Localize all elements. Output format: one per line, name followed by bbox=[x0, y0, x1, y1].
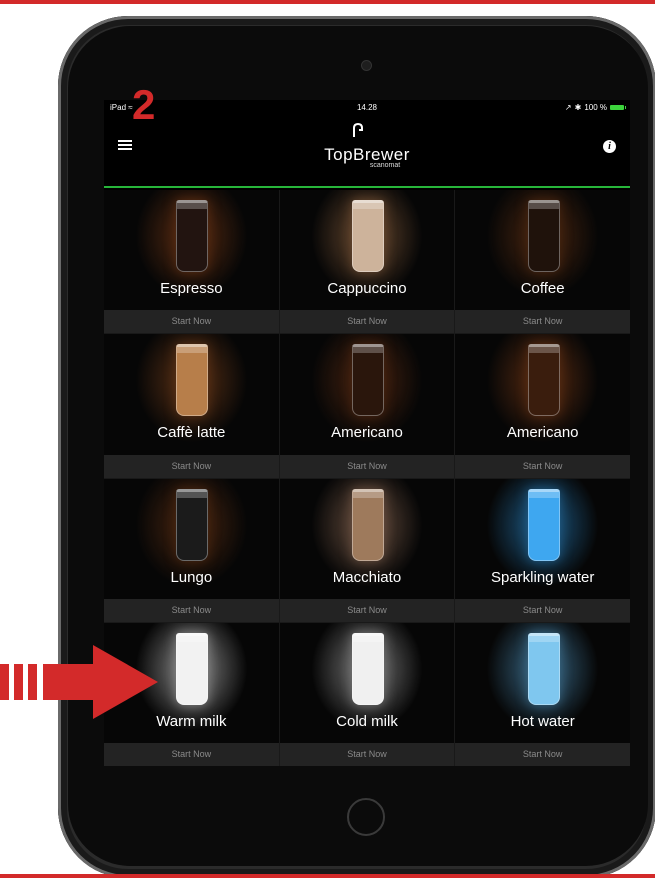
drink-name: Hot water bbox=[510, 712, 575, 730]
drink-tile[interactable]: Espresso Start Now bbox=[104, 190, 279, 334]
start-now-button[interactable]: Start Now bbox=[455, 454, 630, 478]
drink-tile[interactable]: Coffee Start Now bbox=[455, 190, 630, 334]
start-now-button[interactable]: Start Now bbox=[455, 598, 630, 622]
start-now-button[interactable]: Start Now bbox=[104, 310, 279, 334]
drink-name: Espresso bbox=[160, 280, 223, 297]
drink-name: Caffè latte bbox=[157, 424, 226, 442]
drink-name: Americano bbox=[506, 424, 579, 442]
start-now-button[interactable]: Start Now bbox=[455, 743, 630, 766]
drink-tile[interactable]: Sparkling water Start Now bbox=[455, 478, 630, 622]
drink-tile[interactable]: Caffè latte Start Now bbox=[104, 334, 279, 478]
start-now-button[interactable]: Start Now bbox=[279, 454, 455, 478]
info-icon[interactable]: i bbox=[603, 140, 616, 153]
drink-name: Coffee bbox=[520, 280, 565, 297]
drink-name: Cold milk bbox=[336, 712, 398, 730]
drink-glass-icon bbox=[176, 344, 209, 417]
status-right: ↗ ✱ 100 % bbox=[564, 103, 626, 112]
start-now-button[interactable]: Start Now bbox=[104, 598, 279, 622]
drink-glass-icon bbox=[351, 488, 384, 561]
drink-name: Americano bbox=[331, 424, 403, 442]
brand-logo: TopBrewer scanomat bbox=[104, 145, 630, 169]
drink-glass-icon bbox=[176, 200, 209, 272]
drink-name: Cappuccino bbox=[327, 280, 407, 297]
drink-glass-icon bbox=[351, 200, 384, 272]
drink-tile[interactable]: Cappuccino Start Now bbox=[279, 190, 455, 334]
drink-tile[interactable]: Hot water Start Now bbox=[455, 622, 630, 766]
camera-dot bbox=[362, 61, 371, 70]
arrow-right-icon bbox=[0, 645, 158, 719]
start-now-button[interactable]: Start Now bbox=[279, 598, 455, 622]
drink-name: Sparkling water bbox=[490, 568, 595, 586]
drink-glass-icon bbox=[351, 344, 384, 417]
drink-name: Lungo bbox=[170, 568, 213, 586]
drink-glass-icon bbox=[176, 488, 209, 561]
start-now-button[interactable]: Start Now bbox=[104, 454, 279, 478]
drink-glass-icon bbox=[527, 200, 560, 272]
top-red-rule bbox=[0, 0, 655, 4]
drink-tile[interactable]: Americano Start Now bbox=[279, 334, 455, 478]
brand-mark-icon bbox=[353, 122, 363, 137]
drink-tile[interactable]: Lungo Start Now bbox=[104, 478, 279, 622]
bluetooth-icon: ✱ bbox=[574, 103, 582, 112]
drink-glass-icon bbox=[527, 488, 560, 561]
drink-glass-icon bbox=[176, 632, 209, 705]
status-time: 14.28 bbox=[356, 103, 378, 112]
drink-tile[interactable]: Macchiato Start Now bbox=[279, 478, 455, 622]
start-now-button[interactable]: Start Now bbox=[104, 743, 279, 766]
drink-name: Macchiato bbox=[332, 568, 402, 586]
drink-glass-icon bbox=[527, 632, 560, 705]
header-divider bbox=[104, 186, 630, 188]
drink-tile[interactable]: Cold milk Start Now bbox=[279, 622, 455, 766]
status-bar: iPad ≈ 14.28 ↗ ✱ 100 % bbox=[104, 100, 630, 116]
step-number: 2 bbox=[132, 81, 156, 128]
app-header: TopBrewer scanomat i bbox=[104, 116, 630, 186]
battery-icon bbox=[610, 105, 626, 110]
drink-glass-icon bbox=[527, 344, 560, 417]
drink-tile[interactable]: Americano Start Now bbox=[455, 334, 630, 478]
drink-glass-icon bbox=[351, 632, 384, 705]
home-button[interactable] bbox=[347, 798, 385, 836]
app-screen: iPad ≈ 14.28 ↗ ✱ 100 % TopBrewer scanoma… bbox=[104, 100, 630, 766]
start-now-button[interactable]: Start Now bbox=[455, 310, 630, 334]
start-now-button[interactable]: Start Now bbox=[279, 743, 455, 766]
bottom-red-rule bbox=[0, 874, 655, 878]
drink-grid: Espresso Start Now Cappuccino Start Now Coff… bbox=[104, 190, 630, 766]
location-icon: ↗ bbox=[564, 103, 572, 112]
start-now-button[interactable]: Start Now bbox=[279, 310, 455, 334]
battery-label: 100 % bbox=[584, 103, 607, 112]
